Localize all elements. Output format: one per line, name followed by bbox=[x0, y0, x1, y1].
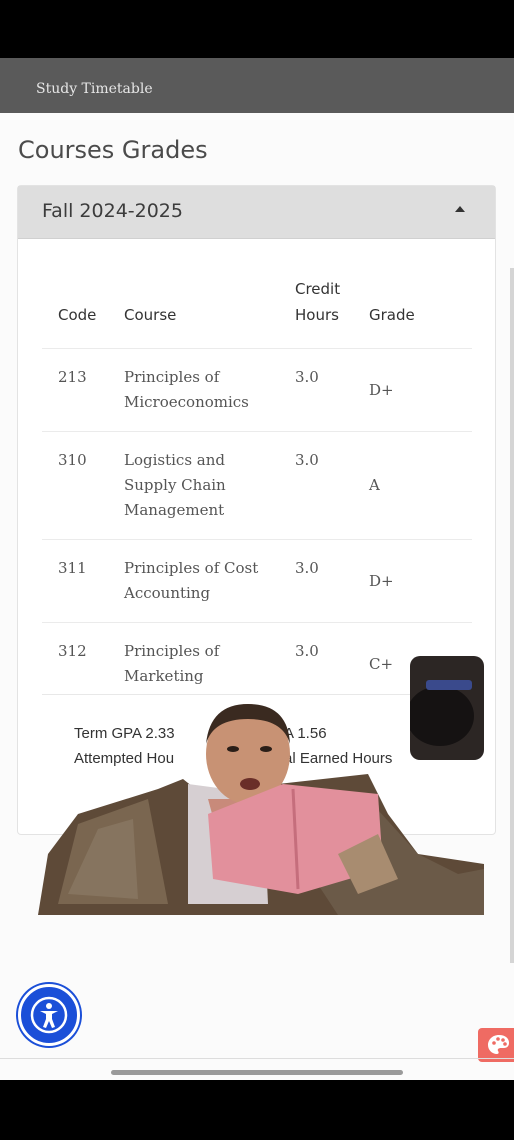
top-bar: Study Timetable bbox=[0, 58, 514, 113]
video-thumbnail-overlay bbox=[410, 656, 484, 760]
table-row: 310 Logistics and Supply Chain Managemen… bbox=[42, 431, 472, 540]
column-header-code: Code bbox=[58, 306, 97, 324]
table-header-row: Code Course Credit Hours Grade bbox=[42, 276, 472, 349]
top-bar-title[interactable]: Study Timetable bbox=[36, 81, 153, 97]
credit-hours: 3.0 bbox=[279, 431, 353, 540]
course-grade: A bbox=[353, 431, 472, 540]
course-name: Logistics and Supply Chain Management bbox=[108, 431, 279, 540]
chevron-up-icon[interactable] bbox=[455, 206, 465, 212]
course-code: 312 bbox=[42, 622, 108, 705]
course-name: Principles of Microeconomics bbox=[108, 348, 279, 432]
column-header-credit-hours: Credit Hours bbox=[295, 280, 341, 324]
bottom-divider bbox=[0, 1058, 514, 1059]
credit-hours: 3.0 bbox=[279, 622, 353, 705]
course-code: 311 bbox=[42, 539, 108, 623]
grades-table: Code Course Credit Hours Grade 213 Princ… bbox=[42, 276, 472, 705]
palette-icon bbox=[488, 1035, 509, 1054]
credit-hours: 3.0 bbox=[279, 539, 353, 623]
table-row: 312 Principles of Marketing 3.0 C+ bbox=[42, 622, 472, 705]
course-grade: D+ bbox=[353, 348, 472, 432]
theme-palette-button[interactable] bbox=[478, 1028, 514, 1062]
app-screen: Study Timetable Courses Grades Fall 2024… bbox=[0, 58, 514, 1080]
page-scrollbar[interactable] bbox=[510, 268, 514, 963]
summary-divider bbox=[42, 694, 472, 695]
credit-hours: 3.0 bbox=[279, 348, 353, 432]
term-accordion-header[interactable]: Fall 2024-2025 bbox=[18, 186, 495, 239]
course-code: 213 bbox=[42, 348, 108, 432]
course-grade: D+ bbox=[353, 539, 472, 623]
term-label: Fall 2024-2025 bbox=[42, 200, 183, 222]
accessibility-icon bbox=[30, 996, 68, 1034]
course-code: 310 bbox=[42, 431, 108, 540]
home-indicator[interactable] bbox=[111, 1070, 403, 1075]
accessibility-button[interactable] bbox=[18, 984, 80, 1046]
table-row: 311 Principles of Cost Accounting 3.0 D+ bbox=[42, 539, 472, 623]
course-name: Principles of Marketing bbox=[108, 622, 279, 705]
column-header-course: Course bbox=[124, 306, 177, 324]
course-name: Principles of Cost Accounting bbox=[108, 539, 279, 623]
column-header-grade: Grade bbox=[369, 306, 415, 324]
table-row: 213 Principles of Microeconomics 3.0 D+ bbox=[42, 348, 472, 432]
page-title: Courses Grades bbox=[18, 136, 208, 164]
